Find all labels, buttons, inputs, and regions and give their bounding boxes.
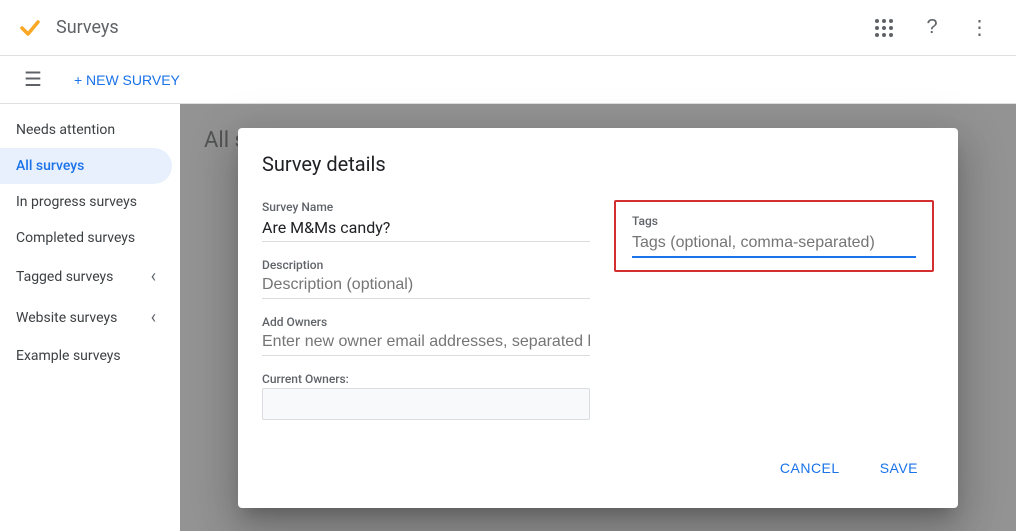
more-vert-icon-button[interactable]: ⋮ bbox=[960, 8, 1000, 48]
add-owners-group: Add Owners bbox=[262, 315, 590, 356]
new-survey-button[interactable]: + NEW SURVEY bbox=[66, 72, 188, 88]
sidebar-item-in-progress[interactable]: In progress surveys bbox=[0, 184, 172, 220]
sidebar-item-label: Example surveys bbox=[16, 348, 121, 364]
logo-area: Surveys bbox=[16, 14, 119, 42]
survey-name-label: Survey Name bbox=[262, 200, 590, 214]
fields-left: Survey Name Are M&Ms candy? Description … bbox=[262, 200, 590, 420]
grid-icon bbox=[875, 19, 893, 37]
main-layout: Needs attention All surveys In progress … bbox=[0, 104, 1016, 531]
current-owners-value bbox=[262, 388, 590, 420]
save-button[interactable]: SAVE bbox=[864, 452, 934, 484]
survey-name-value: Are M&Ms candy? bbox=[262, 218, 590, 242]
survey-details-modal: Survey details Survey Name Are M&Ms cand… bbox=[238, 128, 958, 508]
content-area: All surveys Survey details Survey Name A… bbox=[180, 104, 1016, 531]
tags-field: Tags bbox=[614, 200, 934, 272]
sidebar-item-label: Tagged surveys bbox=[16, 269, 113, 285]
modal-title: Survey details bbox=[262, 152, 934, 176]
survey-name-group: Survey Name Are M&Ms candy? bbox=[262, 200, 590, 242]
chevron-down-icon: ‹ bbox=[151, 307, 156, 328]
tags-input[interactable] bbox=[632, 234, 916, 258]
description-label: Description bbox=[262, 258, 590, 272]
top-header: Surveys ? ⋮ bbox=[0, 0, 1016, 56]
app-logo bbox=[16, 14, 44, 42]
app-title: Surveys bbox=[56, 17, 119, 38]
current-owners-label: Current Owners: bbox=[262, 372, 349, 386]
header-right: ? ⋮ bbox=[864, 8, 1000, 48]
modal-fields: Survey Name Are M&Ms candy? Description … bbox=[262, 200, 934, 420]
help-icon-button[interactable]: ? bbox=[912, 8, 952, 48]
sidebar-item-needs-attention[interactable]: Needs attention bbox=[0, 112, 172, 148]
sidebar-item-website[interactable]: Website surveys ‹ bbox=[0, 297, 172, 338]
sidebar-item-completed[interactable]: Completed surveys bbox=[0, 220, 172, 256]
description-group: Description bbox=[262, 258, 590, 299]
menu-icon: ☰ bbox=[24, 69, 42, 91]
menu-button[interactable]: ☰ bbox=[16, 59, 50, 100]
grid-icon-button[interactable] bbox=[864, 8, 904, 48]
sidebar-item-example[interactable]: Example surveys bbox=[0, 338, 172, 374]
sidebar: Needs attention All surveys In progress … bbox=[0, 104, 180, 531]
toolbar: ☰ + NEW SURVEY bbox=[0, 56, 1016, 104]
sidebar-item-all-surveys[interactable]: All surveys bbox=[0, 148, 172, 184]
add-owners-label: Add Owners bbox=[262, 315, 590, 329]
sidebar-item-label: In progress surveys bbox=[16, 194, 137, 210]
description-input[interactable] bbox=[262, 276, 590, 299]
modal-footer: CANCEL SAVE bbox=[262, 452, 934, 484]
sidebar-item-label: All surveys bbox=[16, 158, 84, 174]
modal-overlay: Survey details Survey Name Are M&Ms cand… bbox=[180, 104, 1016, 531]
cancel-button[interactable]: CANCEL bbox=[764, 452, 856, 484]
sidebar-item-label: Needs attention bbox=[16, 122, 115, 138]
help-icon: ? bbox=[926, 16, 937, 39]
sidebar-item-label: Website surveys bbox=[16, 310, 117, 326]
add-owners-input[interactable] bbox=[262, 333, 590, 356]
current-owners-group: Current Owners: bbox=[262, 372, 590, 420]
sidebar-item-label: Completed surveys bbox=[16, 230, 135, 246]
sidebar-item-tagged[interactable]: Tagged surveys ‹ bbox=[0, 256, 172, 297]
more-vert-icon: ⋮ bbox=[970, 15, 991, 40]
tags-label: Tags bbox=[632, 214, 916, 228]
chevron-down-icon: ‹ bbox=[151, 266, 156, 287]
